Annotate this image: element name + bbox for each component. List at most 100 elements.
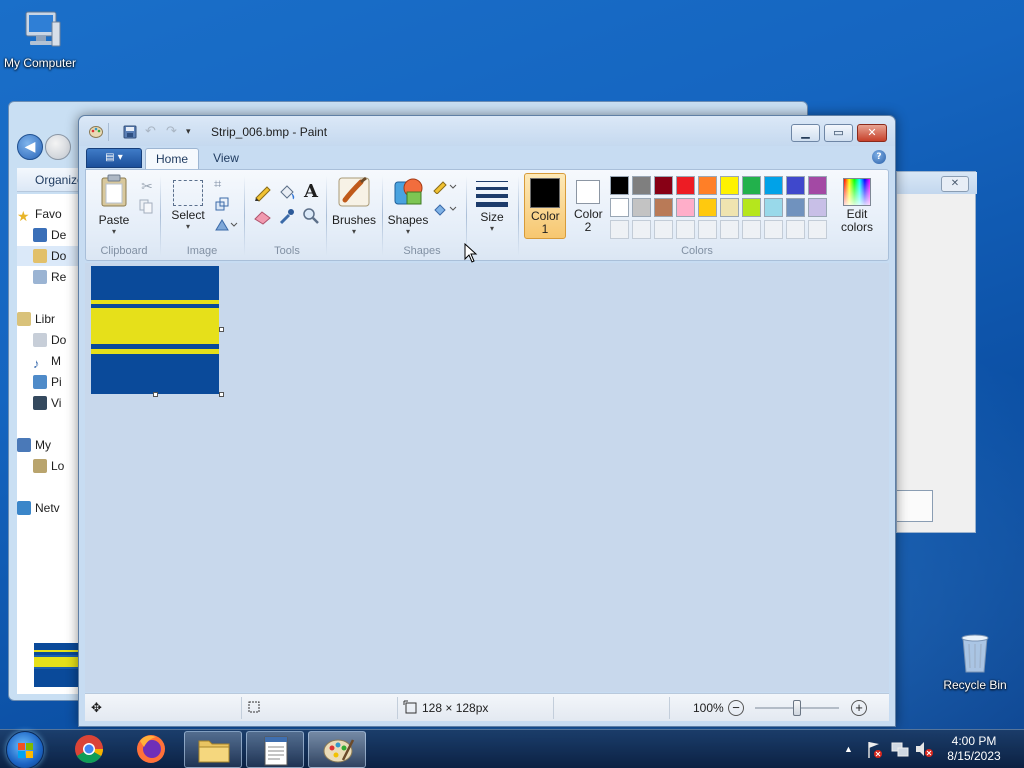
- system-clock[interactable]: 4:00 PM 8/15/2023: [942, 734, 1006, 764]
- tab-view[interactable]: View: [203, 148, 249, 169]
- palette-swatch[interactable]: [632, 176, 651, 195]
- palette-swatch[interactable]: [654, 198, 673, 217]
- taskbar-chrome[interactable]: [60, 731, 118, 768]
- drawing-canvas[interactable]: [91, 266, 219, 394]
- shape-fill-icon[interactable]: [432, 200, 458, 218]
- custom-color-slot[interactable]: [632, 220, 651, 239]
- custom-color-slot[interactable]: [720, 220, 739, 239]
- redo-icon[interactable]: ↷: [166, 125, 180, 139]
- palette-swatch[interactable]: [720, 176, 739, 195]
- paint-window[interactable]: ↶ ↷ ▾ Strip_006.bmp - Paint ▁ ▭ ✕ ▤ ▾ Ho…: [78, 115, 896, 727]
- size-button[interactable]: Size ▾: [472, 174, 512, 233]
- nav-item-desktop[interactable]: De: [17, 225, 87, 245]
- back-button[interactable]: ◀: [17, 134, 43, 160]
- resize-handle-corner[interactable]: [219, 392, 224, 397]
- palette-swatch[interactable]: [610, 198, 629, 217]
- paint-app-icon[interactable]: [89, 125, 103, 139]
- custom-color-slot[interactable]: [808, 220, 827, 239]
- palette-swatch[interactable]: [698, 198, 717, 217]
- custom-color-slot[interactable]: [786, 220, 805, 239]
- resize-icon[interactable]: [214, 196, 232, 214]
- taskbar-explorer[interactable]: [184, 731, 242, 768]
- palette-swatch[interactable]: [676, 176, 695, 195]
- nav-item-libraries[interactable]: Libr: [17, 309, 87, 329]
- edit-colors-button[interactable]: Edit colors: [834, 174, 880, 234]
- palette-swatch[interactable]: [764, 198, 783, 217]
- palette-swatch[interactable]: [808, 176, 827, 195]
- palette-swatch[interactable]: [610, 176, 629, 195]
- canvas-workspace[interactable]: [85, 263, 889, 692]
- taskbar-paint[interactable]: [308, 731, 366, 768]
- copy-icon[interactable]: [138, 198, 156, 216]
- taskbar-firefox[interactable]: [122, 731, 180, 768]
- nav-item-recent-places[interactable]: Re: [17, 267, 87, 287]
- zoom-out-button[interactable]: −: [728, 700, 744, 716]
- text-icon[interactable]: A: [300, 182, 322, 202]
- resize-handle-bottom[interactable]: [153, 392, 158, 397]
- custom-color-slot[interactable]: [654, 220, 673, 239]
- color1-button[interactable]: Color 1: [524, 173, 566, 239]
- undo-icon[interactable]: ↶: [145, 125, 159, 139]
- customize-quick-access-icon[interactable]: ▾: [186, 125, 200, 139]
- select-button[interactable]: Select ▾: [168, 174, 208, 231]
- nav-item-my-computer[interactable]: My: [17, 435, 87, 455]
- palette-swatch[interactable]: [654, 176, 673, 195]
- save-icon[interactable]: [123, 125, 137, 139]
- nav-item-videos[interactable]: Vi: [17, 393, 87, 413]
- custom-color-slot[interactable]: [676, 220, 695, 239]
- file-thumbnail[interactable]: [34, 643, 78, 687]
- color2-button[interactable]: Color 2: [568, 173, 608, 239]
- palette-swatch[interactable]: [786, 176, 805, 195]
- forward-button[interactable]: [45, 134, 71, 160]
- volume-muted-icon[interactable]: [914, 730, 934, 768]
- close-button[interactable]: ✕: [857, 124, 887, 142]
- custom-color-slot[interactable]: [698, 220, 717, 239]
- network-tray-icon[interactable]: [890, 730, 910, 768]
- rotate-icon[interactable]: [214, 216, 238, 234]
- custom-color-slot[interactable]: [742, 220, 761, 239]
- nav-item-pictures[interactable]: Pi: [17, 372, 87, 392]
- action-center-icon[interactable]: [866, 730, 884, 768]
- desktop-icon-recycle-bin[interactable]: Recycle Bin: [935, 630, 1015, 692]
- zoom-slider-thumb[interactable]: [793, 700, 801, 716]
- palette-swatch[interactable]: [742, 198, 761, 217]
- tab-home[interactable]: Home: [145, 148, 199, 169]
- organize-menu[interactable]: Organize: [17, 168, 87, 192]
- desktop-icon-my-computer[interactable]: My Computer: [0, 8, 80, 70]
- taskbar-notepad[interactable]: [246, 731, 304, 768]
- pencil-icon[interactable]: [252, 182, 274, 202]
- palette-swatch[interactable]: [808, 198, 827, 217]
- color-picker-icon[interactable]: [276, 206, 298, 226]
- shapes-button[interactable]: Shapes ▾: [386, 174, 430, 236]
- nav-item-downloads[interactable]: Do: [17, 246, 87, 266]
- palette-swatch[interactable]: [676, 198, 695, 217]
- eraser-icon[interactable]: [252, 206, 274, 226]
- palette-swatch[interactable]: [764, 176, 783, 195]
- nav-item-network[interactable]: Netv: [17, 498, 87, 518]
- show-hidden-icons-icon[interactable]: ▲: [844, 730, 858, 768]
- brushes-button[interactable]: Brushes ▾: [330, 174, 378, 236]
- dialog-button[interactable]: [897, 490, 933, 522]
- nav-item-documents[interactable]: Do: [17, 330, 87, 350]
- palette-swatch[interactable]: [786, 198, 805, 217]
- maximize-button[interactable]: ▭: [824, 124, 853, 142]
- paste-button[interactable]: Paste ▾: [94, 174, 134, 236]
- fill-icon[interactable]: [276, 182, 298, 202]
- start-button[interactable]: [6, 731, 44, 768]
- crop-icon[interactable]: ⌗: [214, 176, 232, 194]
- zoom-in-button[interactable]: +: [851, 700, 867, 716]
- palette-swatch[interactable]: [698, 176, 717, 195]
- paint-titlebar[interactable]: ↶ ↷ ▾ Strip_006.bmp - Paint ▁ ▭ ✕: [79, 116, 895, 146]
- palette-swatch[interactable]: [632, 198, 651, 217]
- background-dialog[interactable]: ✕: [896, 171, 977, 533]
- nav-item-music[interactable]: ♪ M: [17, 351, 87, 371]
- nav-item-local-disk[interactable]: Lo: [17, 456, 87, 476]
- custom-color-slot[interactable]: [610, 220, 629, 239]
- help-icon[interactable]: ?: [872, 150, 886, 164]
- palette-swatch[interactable]: [720, 198, 739, 217]
- dialog-close-button[interactable]: ✕: [941, 176, 969, 192]
- custom-color-slot[interactable]: [764, 220, 783, 239]
- palette-swatch[interactable]: [742, 176, 761, 195]
- nav-item-favorites[interactable]: ★ Favo: [17, 204, 87, 224]
- magnifier-icon[interactable]: [300, 206, 322, 226]
